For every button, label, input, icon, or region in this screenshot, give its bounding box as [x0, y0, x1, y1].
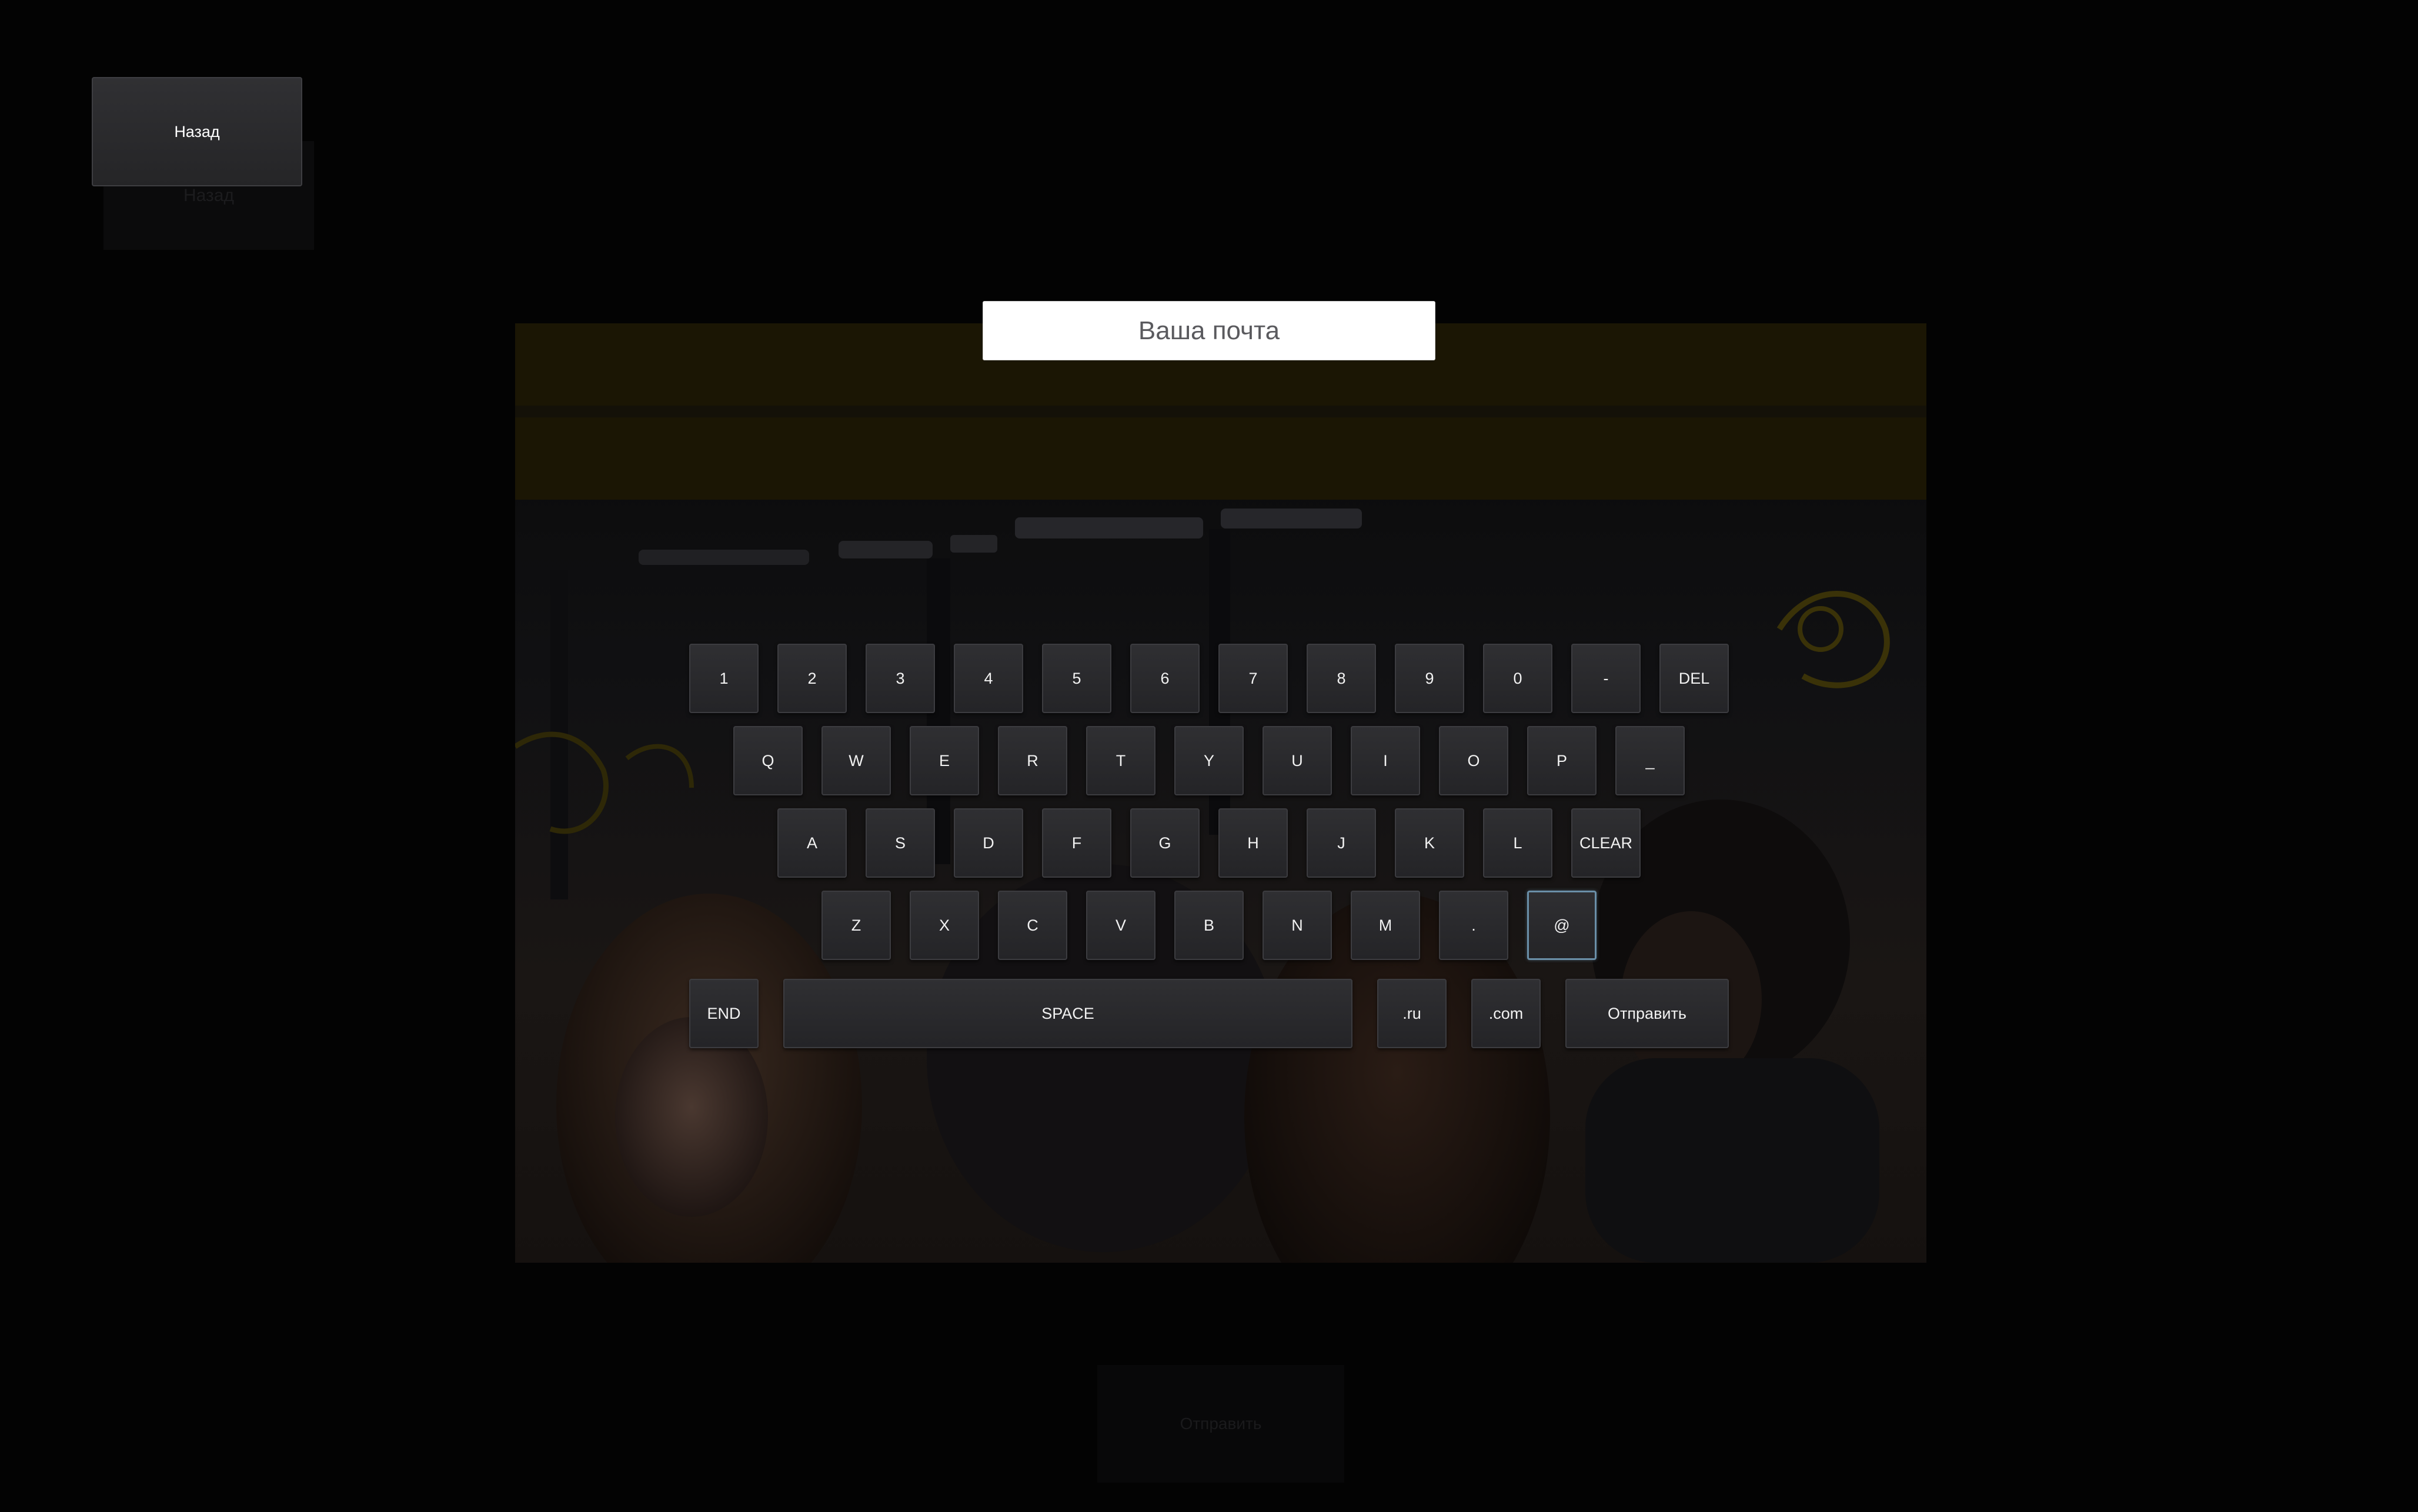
key-5[interactable]: 5 [1042, 644, 1111, 713]
key-h[interactable]: H [1218, 808, 1288, 878]
key-delete[interactable]: DEL [1659, 644, 1729, 713]
key-i[interactable]: I [1351, 726, 1420, 795]
key-0[interactable]: 0 [1483, 644, 1552, 713]
key-underscore[interactable]: _ [1615, 726, 1685, 795]
key-q[interactable]: Q [733, 726, 803, 795]
key-j[interactable]: J [1307, 808, 1376, 878]
key-g[interactable]: G [1130, 808, 1200, 878]
key-d[interactable]: D [954, 808, 1023, 878]
key-v[interactable]: V [1086, 891, 1155, 960]
key-e[interactable]: E [910, 726, 979, 795]
key-end[interactable]: END [689, 979, 759, 1048]
key-1[interactable]: 1 [689, 644, 759, 713]
key-8[interactable]: 8 [1307, 644, 1376, 713]
key-period[interactable]: . [1439, 891, 1508, 960]
key-z[interactable]: Z [821, 891, 891, 960]
key-4[interactable]: 4 [954, 644, 1023, 713]
key-r[interactable]: R [998, 726, 1067, 795]
back-button[interactable]: Назад [92, 77, 302, 186]
key-n[interactable]: N [1263, 891, 1332, 960]
key-a[interactable]: A [777, 808, 847, 878]
key-y[interactable]: Y [1174, 726, 1244, 795]
key-k[interactable]: K [1395, 808, 1464, 878]
key-clear[interactable]: CLEAR [1571, 808, 1641, 878]
key-at-sign[interactable]: @ [1527, 891, 1597, 960]
key-m[interactable]: M [1351, 891, 1420, 960]
key-c[interactable]: C [998, 891, 1067, 960]
key-w[interactable]: W [821, 726, 891, 795]
key-dot-ru[interactable]: .ru [1377, 979, 1447, 1048]
key-dot-com[interactable]: .com [1471, 979, 1541, 1048]
key-6[interactable]: 6 [1130, 644, 1200, 713]
key-b[interactable]: B [1174, 891, 1244, 960]
key-7[interactable]: 7 [1218, 644, 1288, 713]
background-send-button: Отправить [1097, 1365, 1344, 1483]
email-field[interactable] [983, 301, 1435, 360]
key-t[interactable]: T [1086, 726, 1155, 795]
key-3[interactable]: 3 [866, 644, 935, 713]
screen: Назад Отправить Назад Ваша почта 1 2 3 4… [0, 0, 2418, 1512]
key-hyphen[interactable]: - [1571, 644, 1641, 713]
key-p[interactable]: P [1527, 726, 1597, 795]
send-button[interactable]: Отправить [1565, 979, 1729, 1048]
key-2[interactable]: 2 [777, 644, 847, 713]
key-f[interactable]: F [1042, 808, 1111, 878]
key-o[interactable]: O [1439, 726, 1508, 795]
key-9[interactable]: 9 [1395, 644, 1464, 713]
key-x[interactable]: X [910, 891, 979, 960]
key-s[interactable]: S [866, 808, 935, 878]
key-u[interactable]: U [1263, 726, 1332, 795]
key-space[interactable]: SPACE [783, 979, 1352, 1048]
key-l[interactable]: L [1483, 808, 1552, 878]
